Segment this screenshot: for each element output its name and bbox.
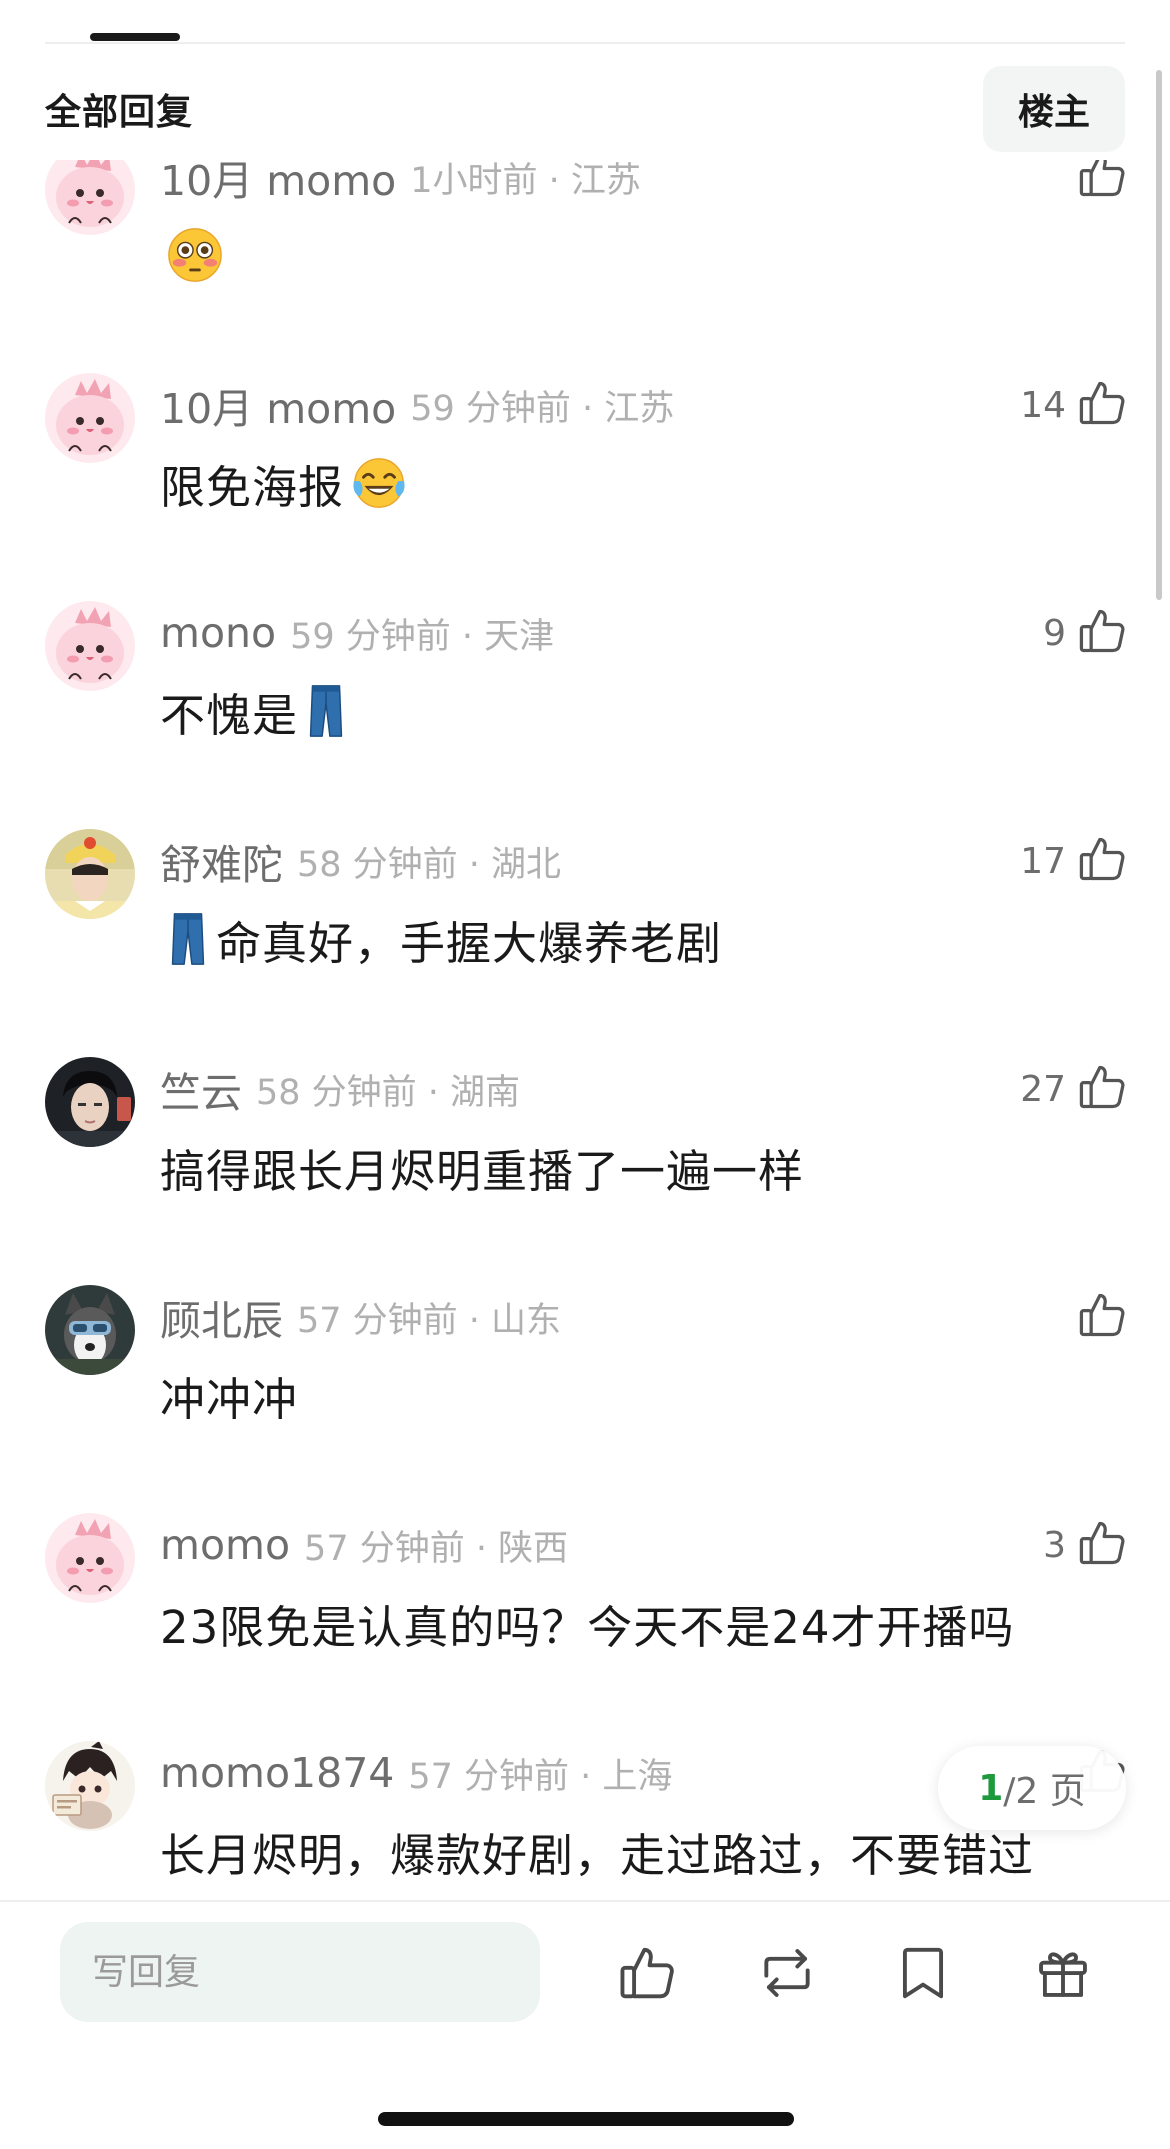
thumbs-up-icon[interactable] [1076, 1061, 1128, 1117]
comment-body: 限免海报 [160, 443, 1110, 523]
comment-meta: 1小时前 · 江苏 [410, 160, 641, 201]
comment-text: 长月烬明，爆款好剧，走过路过，不要错过 [160, 1828, 1035, 1882]
comment-item[interactable]: mono 59 分钟前 · 天津 9 不愧是 [0, 601, 1170, 829]
username[interactable]: 顾北辰 [160, 1287, 283, 1347]
comment-header: 顾北辰 57 分钟前 · 山东 [160, 1289, 561, 1345]
comment-text: 限免海报 [160, 460, 345, 514]
like-button[interactable]: 14 [1020, 375, 1128, 435]
all-replies-title: 全部回复 [45, 92, 194, 133]
jeans-emoji [166, 910, 210, 968]
comment-text: 23限免是认真的吗？今天不是24才开播吗 [160, 1600, 1015, 1654]
thumbs-up-icon[interactable] [612, 1938, 682, 2008]
like-count: 14 [1020, 384, 1066, 426]
comment-item[interactable]: 顾北辰 57 分钟前 · 山东冲冲冲 [0, 1285, 1170, 1513]
avatar[interactable] [45, 1057, 135, 1147]
like-count: 9 [1043, 612, 1066, 654]
like-count: 27 [1020, 1068, 1066, 1110]
username[interactable]: 10月 momo [160, 375, 396, 435]
comment-meta: 59 分钟前 · 天津 [290, 616, 555, 657]
page-indicator[interactable]: 1/2 页 [938, 1746, 1126, 1830]
comment-text: 搞得跟长月烬明重播了一遍一样 [160, 1144, 805, 1198]
avatar[interactable] [45, 829, 135, 919]
like-button[interactable]: 9 [1043, 603, 1128, 663]
username[interactable]: 舒难陀 [160, 831, 283, 891]
repost-icon[interactable] [752, 1938, 822, 2008]
avatar[interactable] [45, 160, 135, 235]
thumbs-up-icon[interactable] [1076, 833, 1128, 889]
gift-icon[interactable] [1028, 1938, 1098, 2008]
like-button[interactable]: 27 [1020, 1059, 1128, 1119]
comment-header: momo1874 57 分钟前 · 上海 [160, 1745, 672, 1801]
comment-meta: 58 分钟前 · 湖南 [256, 1072, 521, 1113]
replies-header: 全部回复 楼主 [45, 66, 1125, 152]
comment-header: 10月 momo 59 分钟前 · 江苏 [160, 377, 674, 433]
like-button[interactable]: 17 [1020, 831, 1128, 891]
comment-meta: 57 分钟前 · 山东 [297, 1300, 562, 1341]
like-button[interactable] [1066, 1287, 1128, 1347]
reply-input[interactable] [60, 1922, 540, 2022]
comment-meta: 57 分钟前 · 上海 [408, 1756, 673, 1797]
thumbs-up-icon[interactable] [1076, 1289, 1128, 1345]
total-pages: /2 页 [1003, 1771, 1086, 1812]
thumbs-up-icon[interactable] [1076, 1517, 1128, 1573]
avatar[interactable] [45, 1741, 135, 1831]
comment-list-viewport[interactable]: 10月 momo 1小时前 · 江苏 10月 momo 59 分钟前 · 江苏 14 限免… [0, 160, 1170, 1898]
comment-list: 10月 momo 1小时前 · 江苏 10月 momo 59 分钟前 · 江苏 14 限免… [0, 160, 1170, 1898]
comment-meta: 59 分钟前 · 江苏 [410, 388, 675, 429]
thumbs-up-icon[interactable] [1076, 605, 1128, 661]
like-count: 3 [1043, 1524, 1066, 1566]
home-indicator [378, 2112, 794, 2126]
comment-header: 舒难陀 58 分钟前 · 湖北 [160, 833, 561, 889]
comment-header: momo 57 分钟前 · 陕西 [160, 1517, 568, 1573]
like-count: 17 [1020, 840, 1066, 882]
comment-item[interactable]: momo 57 分钟前 · 陕西 3 23限免是认真的吗？今天不是24才开播吗 [0, 1513, 1170, 1741]
comment-text: 不愧是 [160, 688, 299, 742]
comment-body: 23限免是认真的吗？今天不是24才开播吗 [160, 1583, 1110, 1663]
avatar[interactable] [45, 1285, 135, 1375]
comment-header: mono 59 分钟前 · 天津 [160, 605, 554, 661]
bookmark-icon[interactable] [888, 1938, 958, 2008]
top-divider [45, 42, 1125, 44]
comment-meta: 57 分钟前 · 陕西 [304, 1528, 569, 1569]
username[interactable]: 10月 momo [160, 160, 396, 207]
comment-text: 命真好，手握大爆养老剧 [216, 916, 723, 970]
username[interactable]: momo [160, 1521, 290, 1569]
comment-item[interactable]: 竺云 58 分钟前 · 湖南 27 搞得跟长月烬明重播了一遍一样 [0, 1057, 1170, 1285]
comment-body: 命真好，手握大爆养老剧 [160, 899, 1110, 979]
comment-header: 竺云 58 分钟前 · 湖南 [160, 1061, 520, 1117]
tears-of-joy-emoji [350, 454, 408, 512]
comment-item[interactable]: 舒难陀 58 分钟前 · 湖北 17 命真好，手握大爆养老剧 [0, 829, 1170, 1057]
only-owner-button[interactable]: 楼主 [983, 66, 1125, 152]
username[interactable]: 竺云 [160, 1059, 242, 1119]
comment-header: 10月 momo 1小时前 · 江苏 [160, 160, 641, 205]
comment-body: 搞得跟长月烬明重播了一遍一样 [160, 1127, 1110, 1207]
comment-meta: 58 分钟前 · 湖北 [297, 844, 562, 885]
current-page: 1 [978, 1767, 1004, 1809]
username[interactable]: momo1874 [160, 1749, 394, 1797]
comment-item[interactable]: 10月 momo 59 分钟前 · 江苏 14 限免海报 [0, 373, 1170, 601]
avatar[interactable] [45, 373, 135, 463]
comment-body [160, 215, 1110, 295]
flushed-face-emoji [166, 226, 224, 284]
like-button[interactable]: 3 [1043, 1515, 1128, 1575]
comment-item[interactable]: 10月 momo 1小时前 · 江苏 [0, 160, 1170, 373]
thumbs-up-icon[interactable] [1076, 160, 1128, 205]
avatar[interactable] [45, 601, 135, 691]
thumbs-up-icon[interactable] [1076, 377, 1128, 433]
comment-body: 不愧是 [160, 671, 1110, 751]
comment-body: 冲冲冲 [160, 1355, 1110, 1435]
comment-text: 冲冲冲 [160, 1372, 299, 1426]
avatar[interactable] [45, 1513, 135, 1603]
username[interactable]: mono [160, 609, 276, 657]
like-button[interactable] [1066, 160, 1128, 207]
jeans-emoji [304, 682, 348, 740]
tab-indicator [90, 33, 180, 41]
